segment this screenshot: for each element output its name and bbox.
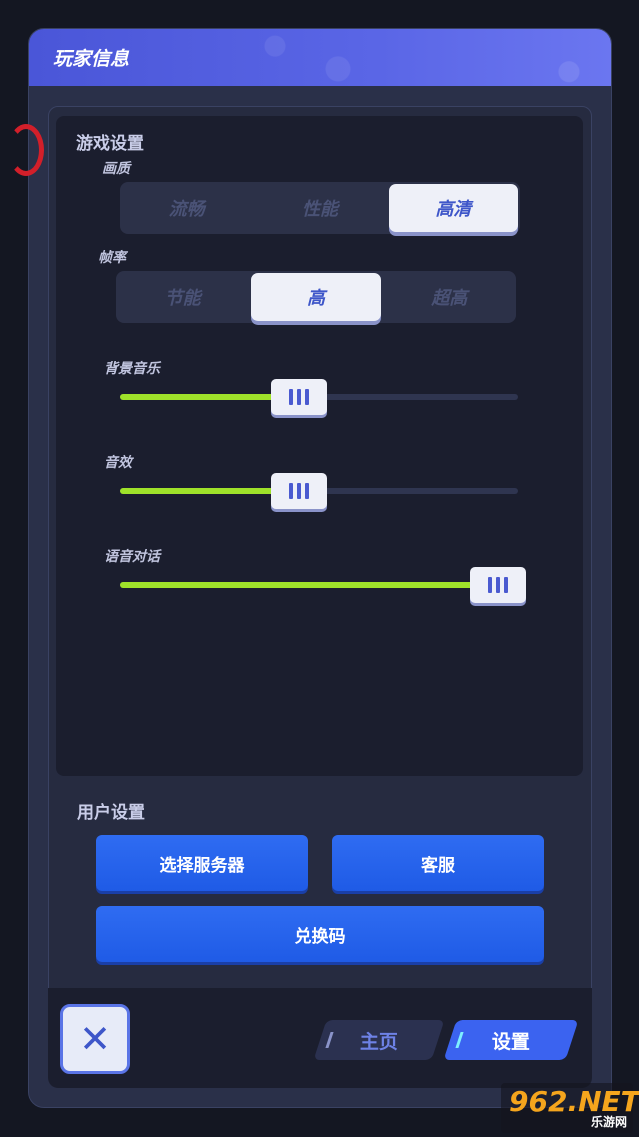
music-slider[interactable] bbox=[120, 379, 518, 415]
game-settings-title: 游戏设置 bbox=[76, 134, 144, 154]
quality-option-hd[interactable]: 高清 bbox=[388, 184, 518, 232]
select-server-button[interactable]: 选择服务器 bbox=[96, 835, 308, 891]
tab-settings-marker bbox=[455, 1032, 464, 1048]
framerate-option-high[interactable]: 高 bbox=[251, 273, 381, 321]
framerate-option-ultra[interactable]: 超高 bbox=[385, 273, 514, 321]
voice-slider-thumb[interactable] bbox=[470, 567, 527, 603]
watermark: 962.NET 乐游网 bbox=[501, 1083, 639, 1133]
panel-title: 玩家信息 bbox=[53, 48, 130, 70]
panel-header: 玩家信息 bbox=[29, 29, 611, 86]
customer-service-button[interactable]: 客服 bbox=[332, 835, 544, 891]
quality-selector: 流畅 性能 高清 bbox=[120, 182, 520, 234]
framerate-option-save[interactable]: 节能 bbox=[118, 273, 247, 321]
close-icon[interactable]: ✕ bbox=[60, 1004, 130, 1074]
user-settings-title: 用户设置 bbox=[77, 803, 145, 823]
sfx-slider[interactable] bbox=[120, 473, 518, 509]
tab-home-label: 主页 bbox=[359, 1030, 398, 1053]
quality-option-performance[interactable]: 性能 bbox=[255, 184, 384, 232]
music-slider-thumb[interactable] bbox=[271, 379, 328, 415]
tab-home-marker bbox=[325, 1032, 334, 1048]
redeem-code-button[interactable]: 兑换码 bbox=[96, 906, 544, 962]
watermark-subtitle: 乐游网 bbox=[590, 1115, 627, 1129]
header-decoration bbox=[191, 29, 611, 86]
tab-settings[interactable]: 设置 bbox=[443, 1020, 579, 1060]
quality-option-smooth[interactable]: 流畅 bbox=[122, 184, 251, 232]
music-label: 背景音乐 bbox=[104, 361, 160, 377]
quality-label: 画质 bbox=[102, 161, 130, 177]
voice-slider[interactable] bbox=[120, 567, 527, 603]
sfx-slider-thumb[interactable] bbox=[271, 473, 328, 509]
tab-settings-label: 设置 bbox=[491, 1030, 530, 1053]
voice-slider-fill bbox=[120, 582, 499, 588]
sfx-label: 音效 bbox=[104, 455, 132, 471]
red-swirl-icon bbox=[8, 124, 44, 176]
tab-home[interactable]: 主页 bbox=[313, 1020, 445, 1060]
voice-label: 语音对话 bbox=[104, 549, 160, 565]
framerate-selector: 节能 高 超高 bbox=[116, 271, 516, 323]
framerate-label: 帧率 bbox=[98, 250, 126, 266]
